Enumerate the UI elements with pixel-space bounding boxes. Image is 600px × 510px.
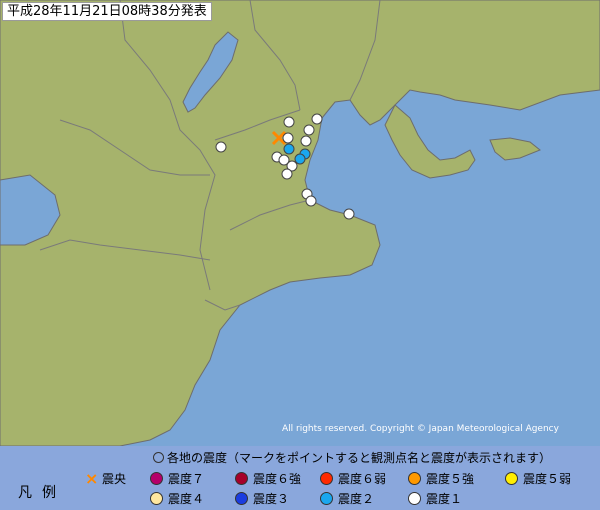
shindo-5-lower-dot-icon — [505, 472, 518, 485]
legend-item-shindo-7: 震度７ — [150, 471, 204, 487]
legend-item-shindo-6-lower: 震度６弱 — [320, 471, 386, 487]
station-dot[interactable] — [294, 153, 306, 165]
legend-item-shindo-4: 震度４ — [150, 491, 204, 507]
copyright-notice: All rights reserved. Copyright © Japan M… — [282, 424, 559, 434]
issued-timestamp: 平成28年11月21日08時38分発表 — [2, 2, 212, 21]
legend-label: 震度２ — [338, 492, 375, 506]
legend-item-shindo-5-lower: 震度５弱 — [505, 471, 571, 487]
legend-label: 震度４ — [168, 492, 205, 506]
epicenter-cross-icon: × — [85, 469, 99, 488]
legend-item-shindo-1: 震度１ — [408, 491, 462, 507]
shindo-2-dot-icon — [320, 492, 333, 505]
legend-heading: 凡例 — [18, 485, 66, 501]
legend-item-epicenter: × 震央 — [85, 471, 126, 487]
legend-label: 震度３ — [253, 492, 290, 506]
legend-label: 震度７ — [168, 472, 205, 486]
station-dot[interactable] — [311, 113, 323, 125]
legend-epicenter-label: 震央 — [102, 472, 127, 486]
station-dot[interactable] — [300, 135, 312, 147]
seismic-intensity-map — [0, 0, 600, 446]
shindo-3-dot-icon — [235, 492, 248, 505]
station-dot[interactable] — [283, 143, 295, 155]
shindo-7-dot-icon — [150, 472, 163, 485]
legend-panel: 各地の震度（マークをポイントすると観測点名と震度が表示されます） 凡例 × 震央 … — [0, 446, 600, 510]
shindo-4-dot-icon — [150, 492, 163, 505]
station-dot[interactable] — [283, 116, 295, 128]
shindo-1-dot-icon — [408, 492, 421, 505]
legend-item-shindo-5-upper: 震度５強 — [408, 471, 474, 487]
legend-title-text: 各地の震度（マークをポイントすると観測点名と震度が表示されます） — [167, 451, 552, 465]
shindo-6-lower-dot-icon — [320, 472, 333, 485]
legend-label: 震度６弱 — [338, 472, 387, 486]
station-dot[interactable] — [343, 208, 355, 220]
legend-title: 各地の震度（マークをポイントすると観測点名と震度が表示されます） — [153, 449, 551, 466]
legend-label: 震度１ — [426, 492, 463, 506]
circle-icon — [153, 452, 164, 463]
station-dot[interactable] — [282, 132, 294, 144]
station-dot[interactable] — [305, 195, 317, 207]
legend-label: 震度５強 — [426, 472, 475, 486]
legend-item-shindo-3: 震度３ — [235, 491, 289, 507]
legend-label: 震度５弱 — [523, 472, 572, 486]
shindo-6-upper-dot-icon — [235, 472, 248, 485]
legend-label: 震度６強 — [253, 472, 302, 486]
legend-item-shindo-2: 震度２ — [320, 491, 374, 507]
station-dot[interactable] — [215, 141, 227, 153]
legend-item-shindo-6-upper: 震度６強 — [235, 471, 301, 487]
station-dot[interactable] — [303, 124, 315, 136]
shindo-5-upper-dot-icon — [408, 472, 421, 485]
station-dot[interactable] — [281, 168, 293, 180]
